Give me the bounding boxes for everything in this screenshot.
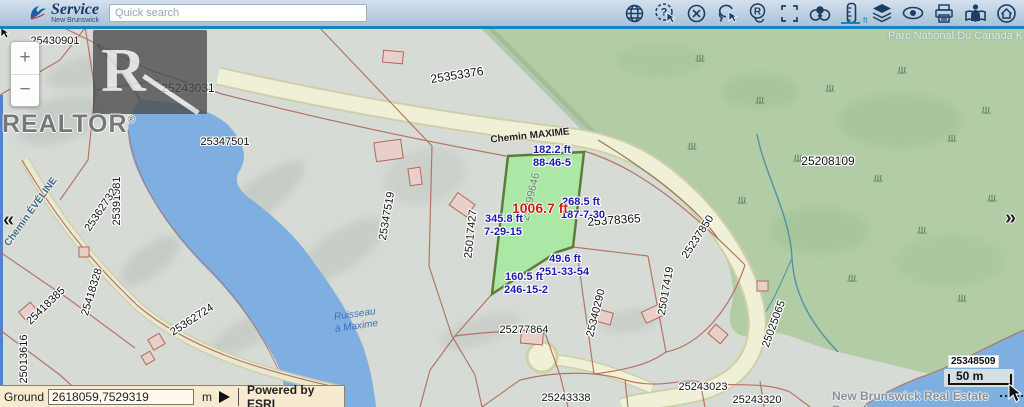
powered-by-esri-label: Powered by ESRI — [247, 383, 344, 407]
overview-icon[interactable] — [808, 1, 832, 25]
parcel-label: 25208109 — [801, 154, 854, 168]
measure-unit-label: ft — [863, 16, 867, 25]
zoom-extent-icon[interactable] — [777, 1, 801, 25]
service-nb-logo: Service New Brunswick — [28, 2, 99, 24]
measure-icon[interactable]: ft — [839, 1, 863, 25]
measurement-length: 49.6 ft — [549, 253, 581, 265]
service-nb-logo-icon — [28, 3, 48, 23]
toolbar-buttons: ? R — [622, 0, 1018, 26]
footer-divider — [238, 388, 239, 406]
parcel-label: 25243023 — [679, 381, 728, 393]
print-icon[interactable] — [932, 1, 956, 25]
logo-text-newbrunswick: New Brunswick — [51, 17, 99, 24]
directory-icon[interactable] — [963, 1, 987, 25]
globe-icon[interactable] — [622, 1, 646, 25]
parcel-label: 25243320 — [733, 394, 782, 406]
measurement-bearing: 7-29-15 — [484, 226, 522, 238]
help-select-icon[interactable]: ? — [653, 1, 677, 25]
measurement-length: 182.2 ft — [533, 144, 571, 156]
map-application: 25430901 25391981 25243031 25353376 2534… — [0, 0, 1024, 407]
status-bar: Ground m Powered by ESRI — [0, 385, 345, 407]
parcel-area-label: 1006.7 ft — [512, 200, 568, 216]
map-canvas[interactable]: 25430901 25391981 25243031 25353376 2534… — [0, 26, 1024, 407]
parcel-label: 25243338 — [542, 392, 591, 404]
collapse-left-arrow[interactable]: « — [3, 209, 14, 232]
measurement-length: 160.5 ft — [505, 271, 543, 283]
unit-label: m — [202, 390, 212, 404]
quick-search-input[interactable] — [109, 4, 367, 22]
measurement-bearing: 246-15-2 — [504, 284, 548, 296]
r-select-icon[interactable]: R — [746, 1, 770, 25]
parcel-label: 25013616 — [18, 335, 30, 384]
layers-icon[interactable] — [870, 1, 894, 25]
coordinate-go-button[interactable] — [219, 391, 230, 403]
realtor-watermark-logo: R — [93, 30, 207, 114]
svg-text:R: R — [754, 7, 762, 18]
logo-text-service: Service — [51, 2, 99, 18]
coordinates-input[interactable] — [48, 389, 194, 405]
parcel-label-chip: 25348509 — [948, 355, 999, 368]
pan-eye-icon[interactable] — [901, 1, 925, 25]
top-toolbar: Service New Brunswick ? — [0, 0, 1024, 29]
park-label: Parc National Du Canada Kouchibo — [888, 30, 1024, 42]
parcel-label: 25347501 — [201, 136, 250, 148]
active-tool-underline — [841, 22, 860, 24]
ground-label: Ground — [4, 390, 44, 404]
lasso-select-icon[interactable] — [715, 1, 739, 25]
board-watermark-text: New Brunswick Real Estate Board — [832, 389, 1024, 407]
measurement-bearing: 88-46-5 — [533, 157, 571, 169]
svg-text:?: ? — [661, 7, 668, 19]
zoom-out-button[interactable]: − — [11, 75, 39, 107]
realtor-watermark-text: REALTOR® — [2, 110, 136, 139]
parcel-label: 25277864 — [500, 324, 549, 336]
expand-right-arrow[interactable]: » — [1005, 207, 1016, 230]
measurement-bearing: 251-33-54 — [539, 266, 589, 278]
zoom-control: + − — [10, 41, 40, 107]
home-icon[interactable] — [994, 1, 1018, 25]
mouse-cursor-icon — [1006, 383, 1024, 403]
clear-selection-icon[interactable] — [684, 1, 708, 25]
zoom-in-button[interactable]: + — [11, 42, 39, 75]
